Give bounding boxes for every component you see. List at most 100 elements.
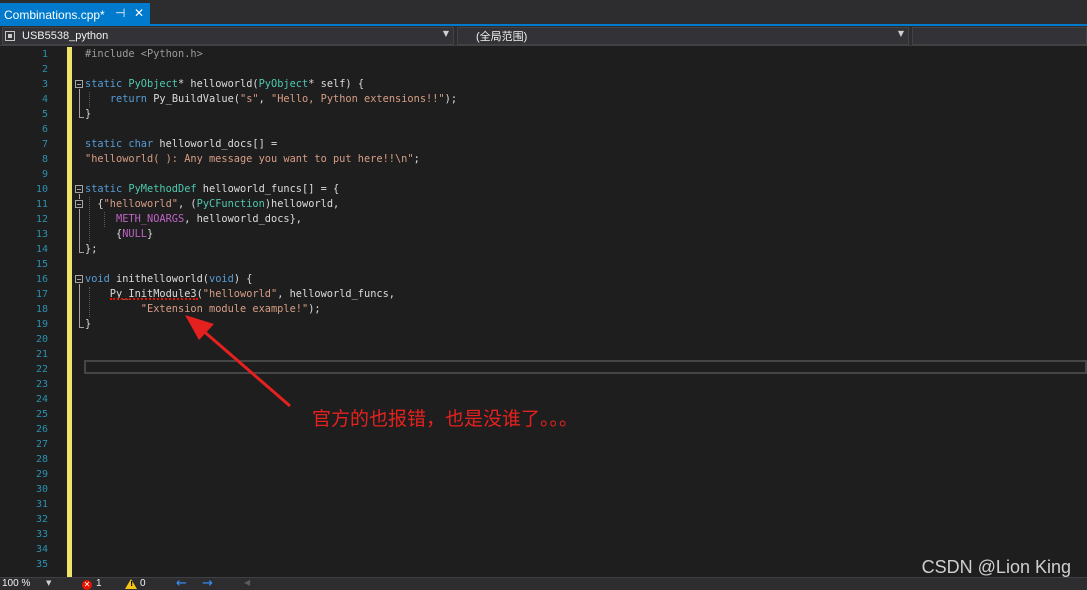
fold-guide bbox=[79, 284, 80, 327]
fold-end bbox=[79, 327, 84, 328]
line-number: 15 bbox=[35, 259, 48, 270]
collapse-icon[interactable] bbox=[75, 80, 83, 88]
code-token: "helloworld" bbox=[202, 288, 278, 300]
line-number: 20 bbox=[35, 334, 48, 345]
code-line: void inithelloworld(void) { bbox=[85, 273, 253, 285]
line-number: 1 bbox=[41, 49, 48, 60]
code-token: void bbox=[209, 273, 234, 285]
code-line: METH_NOARGS, helloworld_docs}, bbox=[116, 213, 302, 225]
collapse-icon[interactable] bbox=[75, 275, 83, 283]
code-line: "Extension module example!"); bbox=[140, 303, 321, 315]
project-icon bbox=[5, 31, 15, 41]
line-number: 32 bbox=[35, 514, 48, 525]
fold-guide bbox=[79, 209, 80, 252]
line-number: 12 bbox=[35, 214, 48, 225]
chevron-down-icon: ▼ bbox=[897, 29, 904, 38]
line-number: 28 bbox=[35, 454, 48, 465]
code-token: "Extension module example!" bbox=[140, 303, 309, 315]
code-token: "helloworld" bbox=[103, 198, 179, 210]
code-token: static bbox=[85, 78, 129, 90]
line-number: 27 bbox=[35, 439, 48, 450]
line-number: 21 bbox=[35, 349, 48, 360]
error-squiggle[interactable] bbox=[110, 297, 198, 300]
line-number: 14 bbox=[35, 244, 48, 255]
fold-end bbox=[79, 252, 84, 253]
line-number: 2 bbox=[41, 64, 48, 75]
chevron-down-icon[interactable]: ▼ bbox=[46, 579, 51, 587]
code-token: METH_NOARGS bbox=[116, 213, 185, 225]
line-number: 11 bbox=[35, 199, 48, 210]
code-token: static bbox=[85, 183, 129, 195]
code-token: "helloworld( ): Any message you want to … bbox=[85, 153, 414, 165]
code-line: static char helloworld_docs[] = bbox=[85, 138, 278, 150]
code-line: static PyMethodDef helloworld_funcs[] = … bbox=[85, 183, 340, 195]
line-number: 29 bbox=[35, 469, 48, 480]
scope-dropdown[interactable]: (全局范围) ▼ bbox=[457, 27, 909, 45]
line-number: 13 bbox=[35, 229, 48, 240]
document-tab-bar: Combinations.cpp* ⊣ ✕ bbox=[0, 0, 1087, 26]
line-number: 35 bbox=[35, 559, 48, 570]
line-number: 30 bbox=[35, 484, 48, 495]
code-line: {"helloworld", (PyCFunction)helloworld, bbox=[85, 198, 340, 210]
code-line: "helloworld( ): Any message you want to … bbox=[85, 153, 420, 165]
close-icon[interactable]: ✕ bbox=[134, 6, 144, 20]
error-icon[interactable]: ✕ bbox=[82, 580, 92, 590]
line-number: 19 bbox=[35, 319, 48, 330]
line-number: 7 bbox=[41, 139, 48, 150]
member-dropdown[interactable] bbox=[912, 27, 1087, 45]
code-line: } bbox=[85, 108, 92, 120]
code-token: NULL bbox=[122, 228, 148, 240]
project-dropdown-value: USB5538_python bbox=[22, 30, 109, 42]
line-number: 26 bbox=[35, 424, 48, 435]
code-token: "s" bbox=[240, 93, 259, 105]
code-line: } bbox=[85, 318, 92, 330]
line-number-gutter: 1 2 3 4 5 6 7 8 9 10 11 12 13 14 15 16 17 18 19 20 21 22 23 24 2… bbox=[26, 47, 50, 577]
collapse-icon[interactable] bbox=[75, 185, 83, 193]
zoom-level[interactable]: 100 % bbox=[2, 578, 30, 589]
line-number: 31 bbox=[35, 499, 48, 510]
code-text-area[interactable]: #include <Python.h> static PyObject* hel… bbox=[72, 47, 1087, 577]
warning-count[interactable]: 0 bbox=[140, 578, 146, 589]
code-token: "Hello, Python extensions!!" bbox=[271, 93, 445, 105]
pin-icon[interactable]: ⊣ bbox=[115, 6, 125, 20]
line-number: 9 bbox=[41, 169, 48, 180]
document-tab-combinations[interactable]: Combinations.cpp* ⊣ ✕ bbox=[0, 3, 150, 26]
code-token: PyCFunction bbox=[196, 198, 265, 210]
scope-dropdown-value: (全局范围) bbox=[476, 31, 528, 43]
line-number: 34 bbox=[35, 544, 48, 555]
collapse-icon[interactable] bbox=[75, 200, 83, 208]
code-line: #include <Python.h> bbox=[85, 47, 203, 62]
line-number: 25 bbox=[35, 409, 48, 420]
line-number: 6 bbox=[41, 124, 48, 135]
editor-status-strip: 100 % ▼ ✕ 1 ! 0 ← → ◀ bbox=[0, 576, 1087, 590]
arrow-left-icon[interactable]: ← bbox=[176, 576, 187, 590]
line-number: 10 bbox=[35, 184, 48, 195]
code-token: return bbox=[109, 93, 148, 105]
code-line: return Py_BuildValue("s", "Hello, Python… bbox=[109, 93, 458, 105]
line-number: 8 bbox=[41, 154, 48, 165]
error-count[interactable]: 1 bbox=[96, 578, 102, 589]
line-number: 33 bbox=[35, 529, 48, 540]
navigation-bar: USB5538_python ▼ (全局范围) ▼ bbox=[0, 26, 1087, 46]
line-number: 22 bbox=[35, 364, 48, 375]
line-number: 24 bbox=[35, 394, 48, 405]
code-token: static char bbox=[85, 138, 154, 150]
code-line: {NULL} bbox=[85, 228, 154, 240]
project-dropdown[interactable]: USB5538_python ▼ bbox=[2, 27, 454, 45]
fold-guide bbox=[79, 194, 80, 199]
code-token: PyObject bbox=[128, 78, 179, 90]
fold-end bbox=[79, 117, 84, 118]
code-line: static PyObject* helloworld(PyObject* se… bbox=[85, 78, 365, 90]
code-line: }; bbox=[85, 243, 98, 255]
line-number: 5 bbox=[41, 109, 48, 120]
line-number: 23 bbox=[35, 379, 48, 390]
scroll-left-icon[interactable]: ◀ bbox=[244, 578, 250, 587]
line-number: 17 bbox=[35, 289, 48, 300]
watermark: CSDN @Lion King bbox=[921, 557, 1071, 577]
line-number: 16 bbox=[35, 274, 48, 285]
arrow-right-icon[interactable]: → bbox=[202, 576, 213, 590]
annotation-text: 官方的也报错，也是没谁了。。。 bbox=[312, 408, 579, 430]
code-token: void bbox=[85, 273, 110, 285]
glyph-margin bbox=[0, 47, 26, 577]
code-editor[interactable]: 1 2 3 4 5 6 7 8 9 10 11 12 13 14 15 16 17 18 19 20 21 22 23 24 2… bbox=[0, 47, 1087, 577]
